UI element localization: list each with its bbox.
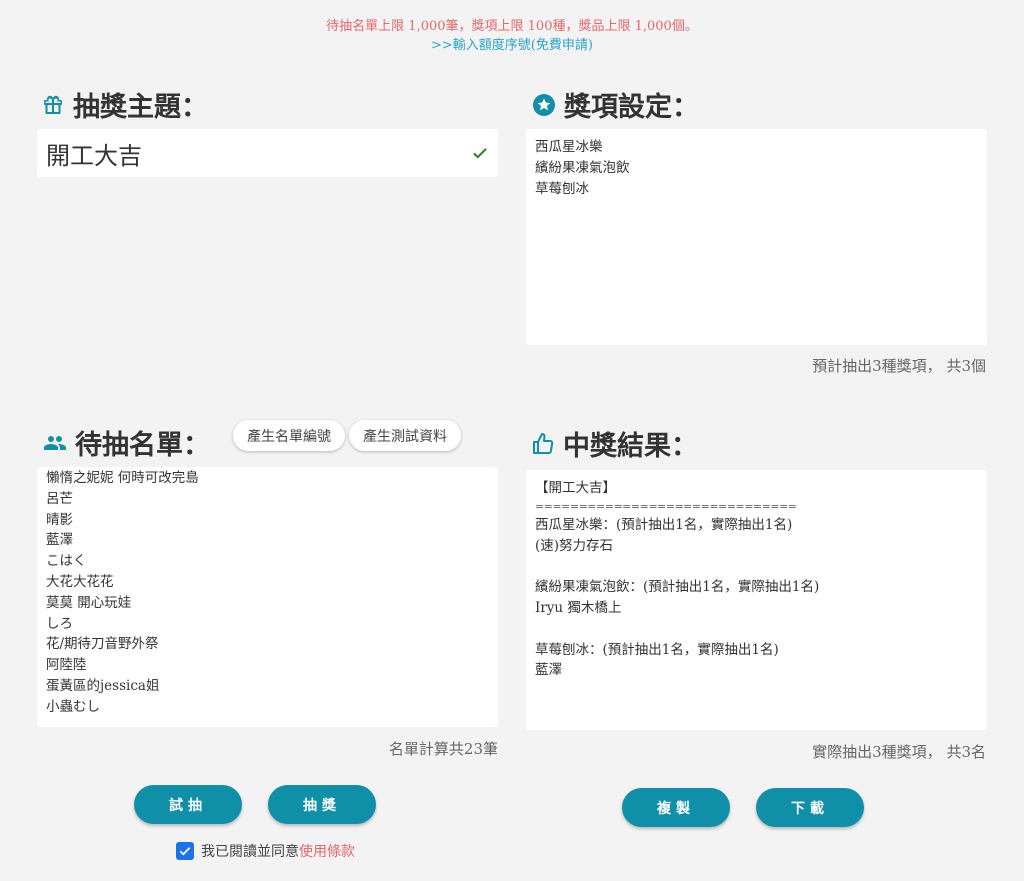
agree-checkbox[interactable] — [176, 842, 194, 860]
result-line: (速)努力存石 — [535, 537, 614, 554]
entry-line: 呂芒 — [46, 490, 73, 507]
topic-input[interactable]: 開工大吉 — [37, 129, 498, 177]
list-section-title: 待抽名單： — [43, 423, 210, 462]
entry-line: 大花大花花 — [46, 573, 114, 590]
generate-number-button[interactable]: 產生名單編號 — [233, 420, 345, 451]
terms-agreement: 我已閱讀並同意 使用條款 — [176, 841, 355, 861]
limit-notice: 待抽名單上限 1,000筆，獎項上限 100種，獎品上限 1,000個。 — [326, 19, 698, 34]
generate-test-data-button[interactable]: 產生測試資料 — [349, 420, 461, 451]
result-line — [535, 556, 978, 577]
entry-line: 莫莫 開心玩娃 — [46, 594, 132, 611]
prizes-section-title: 獎項設定： — [532, 85, 699, 124]
agree-text: 我已閱讀並同意 — [201, 844, 299, 860]
entry-line: 花/期待刀音野外祭 — [46, 636, 159, 653]
prizes-title-text: 獎項設定： — [564, 92, 699, 123]
entry-line: しろ — [46, 615, 73, 632]
topic-input-value: 開工大吉 — [46, 141, 142, 170]
entry-line: 蛋黃區的jessica姐 — [46, 677, 160, 694]
prize-settings-textarea[interactable]: 西瓜星冰樂繽紛果凍氣泡飲 草莓刨冰 — [526, 129, 987, 345]
trial-draw-button[interactable]: 試抽 — [134, 785, 242, 824]
entry-line: こはく — [46, 553, 87, 570]
result-line: 繽紛果凍氣泡飲：(預計抽出1名，實際抽出1名) — [535, 579, 820, 596]
entry-line: 晴影 — [46, 511, 73, 528]
result-line: 草莓刨冰：(預計抽出1名，實際抽出1名) — [535, 641, 779, 658]
result-line: 藍澤 — [535, 662, 562, 679]
star-badge-icon — [532, 93, 556, 117]
header-notice: 待抽名單上限 1,000筆，獎項上限 100種，獎品上限 1,000個。 >>輸… — [0, 17, 1024, 55]
results-summary: 實際抽出3種獎項， 共3名 — [812, 743, 986, 761]
results-textarea[interactable]: 【開工大吉】 ============================== 西瓜星冰… — [526, 470, 987, 730]
gift-icon — [41, 93, 65, 117]
checkmark-icon — [471, 144, 489, 162]
quota-link[interactable]: >>輸入額度序號(免費申請) — [0, 36, 1024, 55]
download-button[interactable]: 下載 — [756, 788, 864, 827]
quota-link-prefix: >>輸入額度序號( — [431, 38, 536, 53]
entry-line: 小蟲むし — [46, 698, 100, 715]
topic-section-title: 抽獎主題： — [41, 85, 208, 124]
prize-line: 繽紛果凍氣泡飲 — [535, 159, 630, 176]
entry-line: 藍澤 — [46, 532, 73, 549]
entry-line: 阿陸陸 — [46, 657, 87, 674]
entry-list-textarea[interactable]: 懶惰之妮妮 何時可改完島 呂芒晴影藍澤こはく大花大花花莫莫 開心玩娃 しろ花/期待刀… — [37, 467, 498, 727]
list-summary: 名單計算共23筆 — [388, 740, 498, 758]
free-apply-link[interactable]: 免費申請 — [536, 38, 588, 53]
prize-summary: 預計抽出3種獎項， 共3個 — [812, 357, 986, 375]
result-line: ============================== — [535, 499, 797, 513]
result-line: 【開工大吉】 — [535, 480, 616, 496]
people-icon — [43, 431, 67, 455]
result-line: 西瓜星冰樂：(預計抽出1名，實際抽出1名) — [535, 516, 793, 533]
results-title-text: 中獎結果： — [563, 431, 698, 462]
thumbs-up-icon — [531, 432, 555, 456]
topic-title-text: 抽獎主題： — [73, 92, 208, 123]
prize-line: 草莓刨冰 — [535, 180, 589, 197]
quota-link-suffix: ) — [587, 38, 593, 53]
copy-button[interactable]: 複製 — [622, 788, 730, 827]
prize-line: 西瓜星冰樂 — [535, 139, 603, 155]
result-line: Iryu 獨木橋上 — [535, 599, 622, 616]
draw-button[interactable]: 抽獎 — [268, 785, 376, 824]
entry-line: 懶惰之妮妮 何時可改完島 — [46, 470, 199, 486]
checkmark-icon — [179, 847, 191, 856]
terms-link[interactable]: 使用條款 — [299, 841, 355, 861]
list-title-text: 待抽名單： — [75, 430, 210, 461]
results-section-title: 中獎結果： — [531, 424, 698, 463]
result-line — [535, 619, 978, 640]
